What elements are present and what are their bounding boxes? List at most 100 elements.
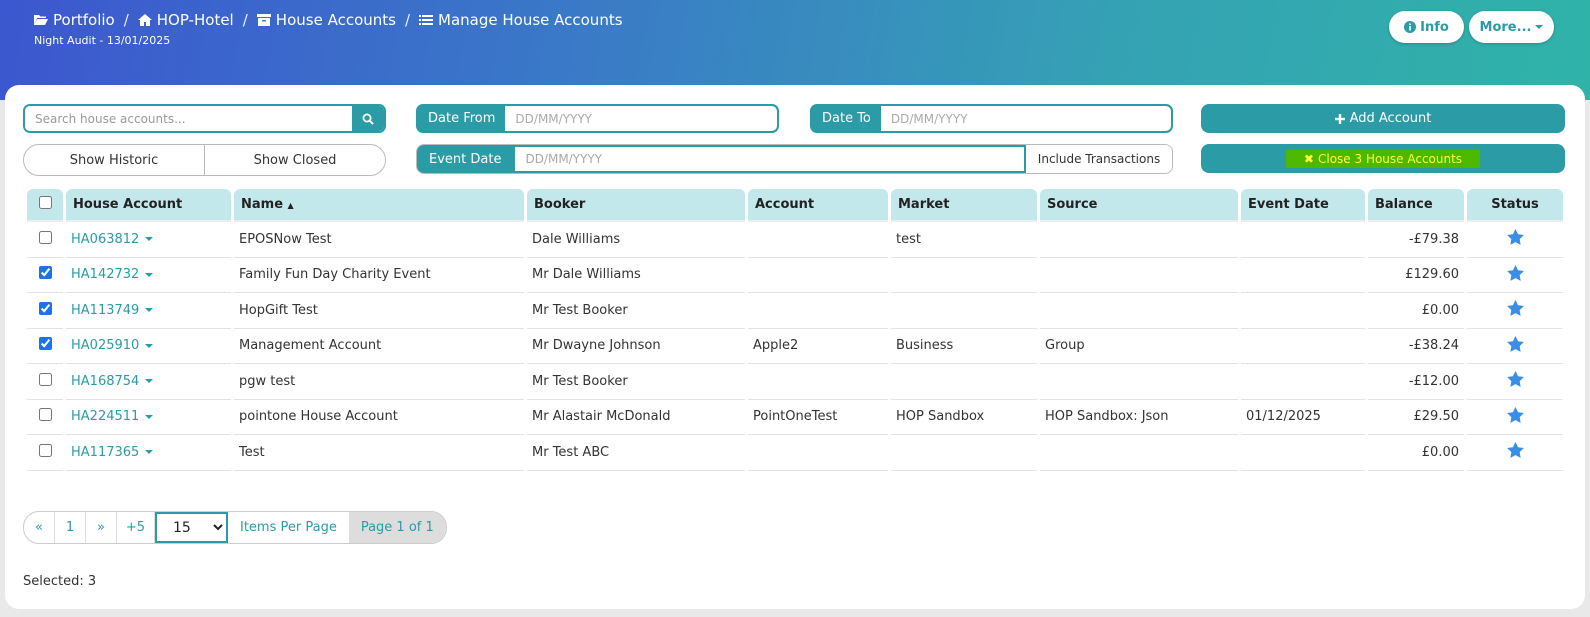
status-cell [1467,400,1563,435]
date-to-input[interactable] [880,106,1171,131]
star-icon[interactable] [1506,371,1524,388]
house-account-cell: HA113749 [66,293,231,329]
table-row[interactable]: HA142732 Family Fun Day Charity Event Mr D… [27,258,1563,293]
add-account-button[interactable]: Add Account [1201,104,1565,133]
table-row[interactable]: HA117365 Test Mr Test ABC £0.00 [27,435,1563,471]
house-accounts-table: House Account Name ▲ Booker Account Mark… [24,189,1566,471]
table-row[interactable]: HA113749 HopGift Test Mr Test Booker £0.00 [27,293,1563,329]
home-icon [137,14,152,26]
breadcrumb-hotel[interactable]: HOP-Hotel [137,11,234,29]
event-date-input[interactable] [513,145,1026,173]
house-account-code: HA224511 [71,409,140,425]
select-all-checkbox[interactable] [38,196,52,209]
star-icon[interactable] [1506,229,1524,246]
house-account-code: HA117365 [71,444,140,460]
row-checkbox[interactable] [38,266,52,280]
name-cell: Family Fun Day Charity Event [234,258,524,293]
col-balance[interactable]: Balance [1368,189,1464,222]
row-checkbox[interactable] [38,230,52,244]
add-account-label: Add Account [1349,111,1432,126]
col-status[interactable]: Status [1467,189,1563,222]
date-from-label: Date From [428,111,496,126]
search-input[interactable] [25,106,352,131]
breadcrumb-house-accounts[interactable]: House Accounts [256,11,396,29]
first-page-button[interactable]: « [24,512,55,543]
row-checkbox[interactable] [38,337,52,351]
event-date-cell [1241,364,1365,400]
row-checkbox[interactable] [38,443,52,457]
booker-cell: Mr Dale Williams [527,258,745,293]
row-select-cell [27,222,63,258]
pagination: « 1 » +5 15 Items Per Page Page 1 of 1 [23,511,447,544]
status-cell [1467,435,1563,471]
source-cell [1040,364,1238,400]
table-row[interactable]: HA063812 EPOSNow Test Dale Williams test -£7… [27,222,1563,258]
house-account-link[interactable]: HA025910 [71,338,154,353]
more-button[interactable]: More... [1469,11,1554,43]
jump-5-button[interactable]: +5 [117,512,155,543]
table-row[interactable]: HA224511 pointone House Account Mr Alastai… [27,400,1563,435]
col-booker[interactable]: Booker [527,189,745,222]
house-account-cell: HA142732 [66,258,231,293]
table-header-row: House Account Name ▲ Booker Account Mark… [27,189,1563,222]
search-button[interactable] [352,106,384,131]
account-cell [748,222,888,258]
house-account-link[interactable]: HA168754 [71,373,154,389]
include-transactions-toggle[interactable]: Include Transactions [1026,145,1172,173]
star-icon[interactable] [1506,442,1524,459]
source-cell [1040,293,1238,329]
source-cell [1040,222,1238,258]
booker-cell: Mr Dwayne Johnson [527,329,745,364]
row-checkbox[interactable] [38,408,52,422]
row-checkbox[interactable] [38,372,52,386]
event-date-cell [1241,329,1365,364]
close-accounts-button[interactable]: ✖ Close 3 House Accounts [1201,144,1565,173]
info-button[interactable]: Info [1389,11,1464,43]
col-event-date[interactable]: Event Date [1241,189,1365,222]
house-account-link[interactable]: HA142732 [71,267,154,282]
row-select-cell [27,435,63,471]
breadcrumb: Portfolio / HOP-Hotel / House Accounts /… [34,11,623,29]
date-from-input[interactable] [505,106,777,131]
house-account-code: HA168754 [71,373,140,389]
breadcrumb-portfolio[interactable]: Portfolio [34,11,115,29]
event-date-cell: 01/12/2025 [1241,400,1365,435]
row-checkbox[interactable] [38,301,52,315]
next-page-button[interactable]: » [86,512,117,543]
status-cell [1467,258,1563,293]
event-date-cell [1241,258,1365,293]
house-account-link[interactable]: HA063812 [71,232,154,247]
search-box [23,104,386,133]
show-historic-toggle[interactable]: Show Historic [24,145,204,175]
items-per-page-select[interactable]: 15 [155,512,228,543]
col-market[interactable]: Market [891,189,1037,222]
col-source[interactable]: Source [1040,189,1238,222]
star-icon[interactable] [1506,406,1524,423]
event-date-cell [1241,222,1365,258]
house-account-cell: HA168754 [66,364,231,400]
balance-cell: £29.50 [1368,400,1464,435]
star-icon[interactable] [1506,300,1524,317]
search-icon [362,113,374,125]
house-account-link[interactable]: HA113749 [71,302,154,318]
house-account-code: HA113749 [71,302,140,318]
show-closed-toggle[interactable]: Show Closed [204,145,385,175]
market-cell [891,258,1037,293]
info-button-label: Info [1420,19,1449,35]
star-icon[interactable] [1506,335,1524,352]
col-house-account[interactable]: House Account [66,189,231,222]
house-account-cell: HA224511 [66,400,231,435]
table-row[interactable]: HA025910 Management Account Mr Dwayne John… [27,329,1563,364]
table-row[interactable]: HA168754 pgw test Mr Test Booker -£12.00 [27,364,1563,400]
house-account-cell: HA063812 [66,222,231,258]
col-account[interactable]: Account [748,189,888,222]
house-account-link[interactable]: HA224511 [71,409,154,425]
folder-open-icon [34,15,48,25]
balance-cell: £129.60 [1368,258,1464,293]
col-name[interactable]: Name ▲ [234,189,524,222]
name-cell: pgw test [234,364,524,400]
page-1-button[interactable]: 1 [55,512,86,543]
star-icon[interactable] [1506,264,1524,281]
house-account-link[interactable]: HA117365 [71,444,154,460]
plus-icon [1334,113,1345,124]
